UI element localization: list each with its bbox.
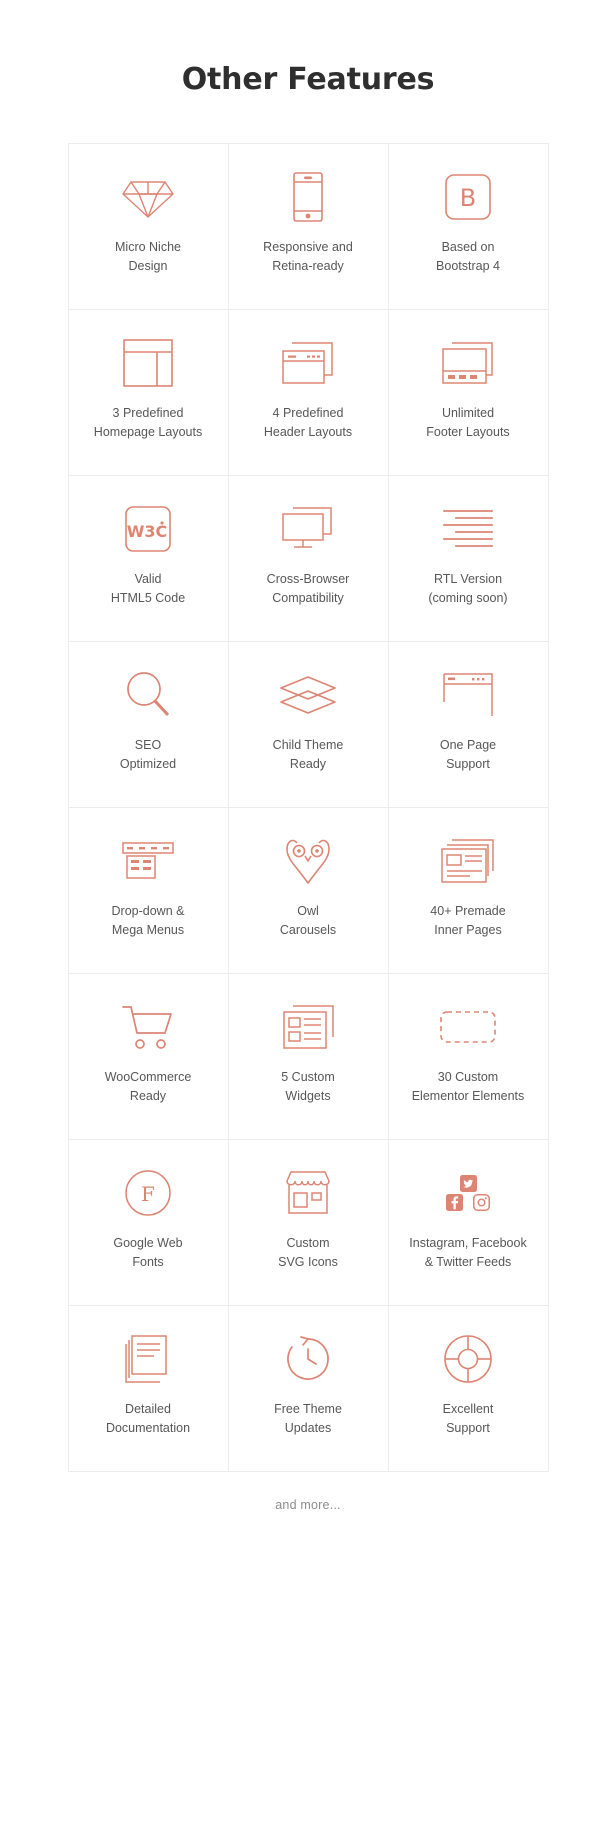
feature-cell-rtl-version[interactable]: RTL Version (coming soon) xyxy=(388,476,549,642)
feature-label: 40+ Premade Inner Pages xyxy=(430,904,506,938)
diamond-icon xyxy=(121,166,175,228)
feature-label: Child Theme Ready xyxy=(272,738,344,772)
feature-label: Drop-down & Mega Menus xyxy=(111,904,185,938)
feature-label: Responsive and Retina-ready xyxy=(263,240,353,274)
feature-label: Based on Bootstrap 4 xyxy=(436,240,500,274)
feature-cell-one-page-support[interactable]: One Page Support xyxy=(388,642,549,808)
feature-label: Valid HTML5 Code xyxy=(110,572,186,606)
feature-label: Cross-Browser Compatibility xyxy=(266,572,350,606)
widgets-icon xyxy=(281,996,335,1058)
and-more-note: and more... xyxy=(275,1498,341,1512)
feature-label: Detailed Documentation xyxy=(105,1402,191,1436)
feature-cell-footer-layouts[interactable]: Unlimited Footer Layouts xyxy=(388,310,549,476)
feature-cell-responsive-retina[interactable]: Responsive and Retina-ready xyxy=(228,144,389,310)
w3c-badge-icon: W3C xyxy=(124,498,172,560)
instagram-icon xyxy=(473,1194,490,1211)
feature-label: Google Web Fonts xyxy=(113,1236,183,1270)
feature-cell-homepage-layouts[interactable]: 3 Predefined Homepage Layouts xyxy=(68,310,229,476)
header-windows-icon xyxy=(280,332,336,394)
monitors-icon xyxy=(279,498,337,560)
feature-label: 5 Custom Widgets xyxy=(281,1070,335,1104)
feature-label: One Page Support xyxy=(439,738,497,772)
page-layout-icon xyxy=(122,332,174,394)
feature-label: Free Theme Updates xyxy=(274,1402,342,1436)
feature-label: Instagram, Facebook & Twitter Feeds xyxy=(409,1236,527,1270)
features-grid: Micro Niche Design Responsive and Retina… xyxy=(67,143,549,1472)
feature-label: WooCommerce Ready xyxy=(104,1070,192,1104)
feature-label: 4 Predefined Header Layouts xyxy=(263,406,353,440)
feature-cell-excellent-support[interactable]: Excellent Support xyxy=(388,1306,549,1472)
feature-cell-google-web-fonts[interactable]: F Google Web Fonts xyxy=(68,1140,229,1306)
facebook-icon xyxy=(446,1194,463,1211)
feature-cell-free-theme-updates[interactable]: Free Theme Updates xyxy=(228,1306,389,1472)
feature-label: RTL Version (coming soon) xyxy=(428,572,508,606)
feature-label: 3 Predefined Homepage Layouts xyxy=(93,406,203,440)
social-feeds-icon xyxy=(446,1162,490,1224)
page-title: Other Features xyxy=(181,62,435,97)
smartphone-icon xyxy=(292,166,324,228)
magnifier-icon xyxy=(124,664,172,726)
feature-cell-cross-browser[interactable]: Cross-Browser Compatibility xyxy=(228,476,389,642)
owl-icon xyxy=(283,830,333,892)
layers-icon xyxy=(278,664,338,726)
feature-cell-dropdown-mega-menus[interactable]: Drop-down & Mega Menus xyxy=(68,808,229,974)
feature-label: 30 Custom Elementor Elements xyxy=(411,1070,525,1104)
dashed-block-icon xyxy=(439,996,497,1058)
other-features-section: Other Features Micro Niche Design Respon… xyxy=(0,0,616,1839)
footer-layout-icon xyxy=(440,332,496,394)
bootstrap-b-icon: B xyxy=(444,166,492,228)
feature-cell-valid-html5[interactable]: W3C Valid HTML5 Code xyxy=(68,476,229,642)
twitter-icon xyxy=(459,1175,477,1192)
documentation-icon xyxy=(124,1328,172,1390)
feature-cell-child-theme[interactable]: Child Theme Ready xyxy=(228,642,389,808)
shopping-cart-icon xyxy=(121,996,175,1058)
feature-cell-elementor-elements[interactable]: 30 Custom Elementor Elements xyxy=(388,974,549,1140)
dropdown-menu-icon xyxy=(121,830,175,892)
feature-cell-woocommerce-ready[interactable]: WooCommerce Ready xyxy=(68,974,229,1140)
feature-cell-custom-svg-icons[interactable]: Custom SVG Icons xyxy=(228,1140,389,1306)
feature-cell-micro-niche-design[interactable]: Micro Niche Design xyxy=(68,144,229,310)
clock-refresh-icon xyxy=(283,1328,333,1390)
svg-text:W3C: W3C xyxy=(127,522,168,541)
feature-cell-bootstrap[interactable]: B Based on Bootstrap 4 xyxy=(388,144,549,310)
feature-cell-seo-optimized[interactable]: SEO Optimized xyxy=(68,642,229,808)
feature-cell-custom-widgets[interactable]: 5 Custom Widgets xyxy=(228,974,389,1140)
feature-cell-header-layouts[interactable]: 4 Predefined Header Layouts xyxy=(228,310,389,476)
font-circle-f-icon: F xyxy=(124,1162,172,1224)
feature-cell-detailed-documentation[interactable]: Detailed Documentation xyxy=(68,1306,229,1472)
feature-label: SEO Optimized xyxy=(119,738,177,772)
inner-pages-icon xyxy=(440,830,496,892)
svg-text:B: B xyxy=(460,184,476,212)
feature-cell-social-feeds[interactable]: Instagram, Facebook & Twitter Feeds xyxy=(388,1140,549,1306)
storefront-icon xyxy=(283,1162,333,1224)
svg-text:F: F xyxy=(141,1182,155,1206)
feature-label: Owl Carousels xyxy=(279,904,337,938)
feature-label: Custom SVG Icons xyxy=(278,1236,338,1270)
feature-label: Micro Niche Design xyxy=(115,240,181,274)
feature-label: Excellent Support xyxy=(442,1402,494,1436)
feature-cell-owl-carousels[interactable]: Owl Carousels xyxy=(228,808,389,974)
feature-cell-inner-pages[interactable]: 40+ Premade Inner Pages xyxy=(388,808,549,974)
feature-label: Unlimited Footer Layouts xyxy=(426,406,510,440)
one-page-window-icon xyxy=(442,664,494,726)
rtl-lines-icon xyxy=(442,498,494,560)
lifebuoy-icon xyxy=(443,1328,493,1390)
